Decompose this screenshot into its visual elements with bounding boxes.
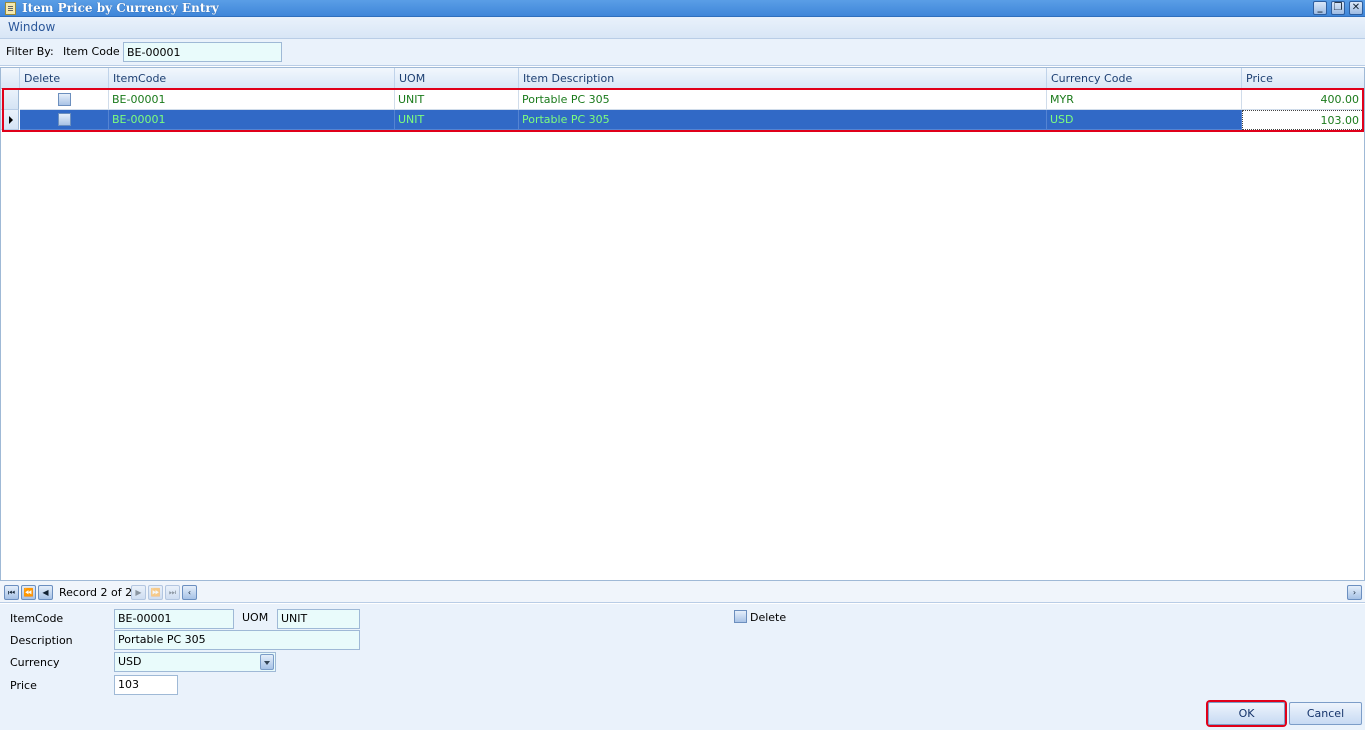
prev-record-icon[interactable]: ◀ <box>38 585 53 600</box>
uom-field[interactable]: UNIT <box>277 609 360 629</box>
window-title: Item Price by Currency Entry <box>22 1 219 15</box>
record-counter: Record 2 of 2 <box>59 586 133 599</box>
itemcode-cell[interactable]: BE-00001 <box>109 90 395 110</box>
filter-by-label: Filter By: <box>6 45 54 58</box>
grid-header: Delete ItemCode UOM Item Description Cur… <box>1 68 1364 89</box>
detail-form: ItemCode BE-00001 UOM UNIT Delete Descri… <box>0 604 1365 730</box>
next-page-icon[interactable]: ⏩ <box>148 585 163 600</box>
price-field[interactable]: 103 <box>114 675 178 695</box>
delete-checkbox[interactable] <box>58 113 71 126</box>
delete-cell[interactable] <box>20 90 109 110</box>
currency-selected-value: USD <box>118 655 142 668</box>
scroll-right-icon[interactable]: › <box>1347 585 1362 600</box>
record-navigator: ⏮ ⏪ ◀ Record 2 of 2 ▶ ⏩ ⏭ ‹ › <box>0 581 1365 603</box>
header-uom[interactable]: UOM <box>395 68 519 89</box>
currency-cell[interactable]: MYR <box>1047 90 1242 110</box>
price-label: Price <box>10 679 37 692</box>
prev-page-icon[interactable]: ⏪ <box>21 585 36 600</box>
price-cell[interactable]: 400.00 <box>1242 90 1364 110</box>
filter-bar: Filter By: Item Code <box>0 39 1365 66</box>
row-indicator-current[interactable] <box>1 110 19 130</box>
filter-item-code-label: Item Code <box>63 45 120 58</box>
delete-checkbox[interactable] <box>734 610 747 623</box>
title-bar[interactable]: Item Price by Currency Entry _ ❐ ✕ <box>0 0 1365 17</box>
itemcode-cell[interactable]: BE-00001 <box>109 110 395 130</box>
table-row-selected[interactable]: BE-00001 UNIT Portable PC 305 USD 103.00 <box>1 110 1364 130</box>
currency-select[interactable]: USD <box>114 652 276 672</box>
restore-button[interactable]: ❐ <box>1331 1 1345 15</box>
description-cell[interactable]: Portable PC 305 <box>519 90 1047 110</box>
itemcode-field[interactable]: BE-00001 <box>114 609 234 629</box>
price-cell-editing[interactable]: 103.00 <box>1242 110 1364 130</box>
minimize-button[interactable]: _ <box>1313 1 1327 15</box>
scroll-left-icon[interactable]: ‹ <box>182 585 197 600</box>
header-price[interactable]: Price <box>1242 68 1364 89</box>
uom-cell[interactable]: UNIT <box>395 90 519 110</box>
header-currency-code[interactable]: Currency Code <box>1047 68 1242 89</box>
header-indicator <box>1 68 20 89</box>
delete-cell[interactable] <box>20 110 109 130</box>
filter-item-code-input[interactable] <box>123 42 282 62</box>
uom-label: UOM <box>242 611 269 624</box>
table-row[interactable]: BE-00001 UNIT Portable PC 305 MYR 400.00 <box>1 90 1364 110</box>
delete-checkbox[interactable] <box>58 93 71 106</box>
last-record-icon[interactable]: ⏭ <box>165 585 180 600</box>
delete-label[interactable]: Delete <box>750 611 786 624</box>
description-field[interactable]: Portable PC 305 <box>114 630 360 650</box>
menu-bar: Window <box>0 17 1365 39</box>
itemcode-label: ItemCode <box>10 612 64 625</box>
header-item-description[interactable]: Item Description <box>519 68 1047 89</box>
row-indicator[interactable] <box>1 90 19 110</box>
uom-cell[interactable]: UNIT <box>395 110 519 130</box>
next-record-icon[interactable]: ▶ <box>131 585 146 600</box>
close-button[interactable]: ✕ <box>1349 1 1363 15</box>
currency-label: Currency <box>10 656 60 669</box>
document-icon <box>5 2 16 15</box>
first-record-icon[interactable]: ⏮ <box>4 585 19 600</box>
menu-window[interactable]: Window <box>8 20 55 34</box>
ok-button[interactable]: OK <box>1208 702 1285 725</box>
cancel-button[interactable]: Cancel <box>1289 702 1362 725</box>
price-grid: Delete ItemCode UOM Item Description Cur… <box>0 67 1365 581</box>
description-label: Description <box>10 634 73 647</box>
description-cell[interactable]: Portable PC 305 <box>519 110 1047 130</box>
chevron-down-icon[interactable] <box>260 654 274 670</box>
currency-cell[interactable]: USD <box>1047 110 1242 130</box>
header-delete[interactable]: Delete <box>20 68 109 89</box>
header-itemcode[interactable]: ItemCode <box>109 68 395 89</box>
